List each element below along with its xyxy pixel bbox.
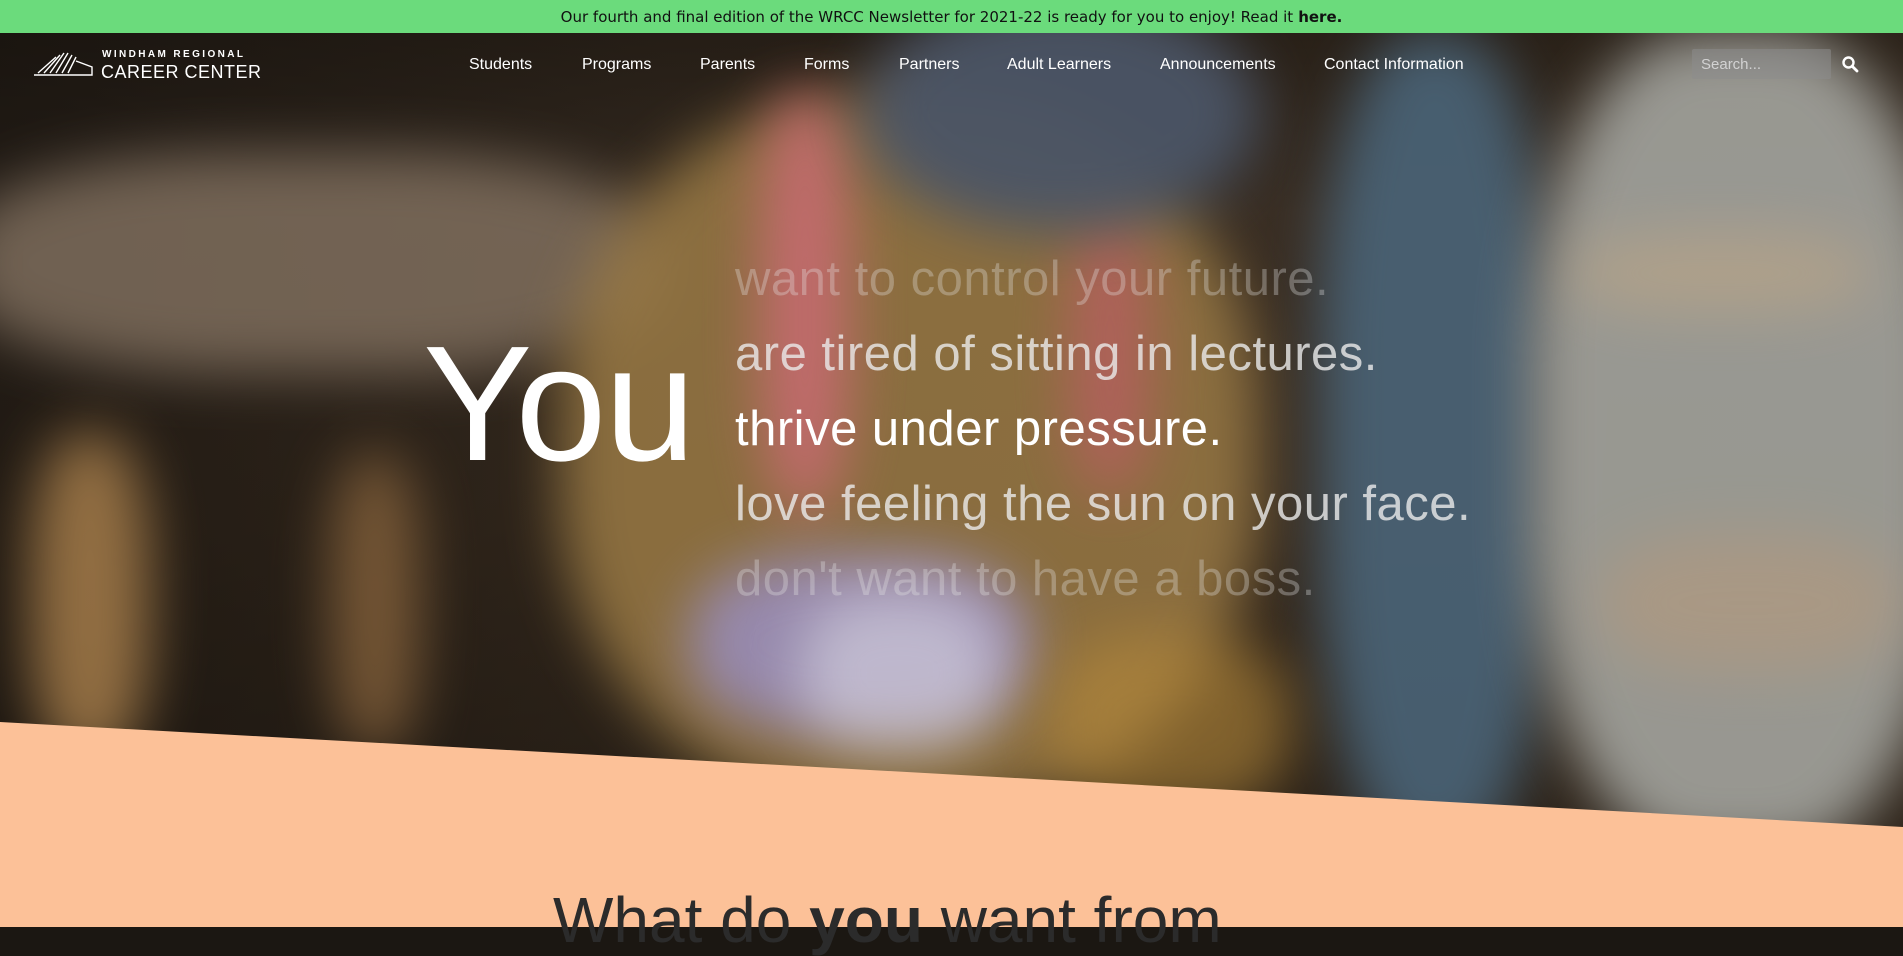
- announcement-text: Our fourth and final edition of the WRCC…: [560, 7, 1294, 26]
- hero-phrase: are tired of sitting in lectures.: [735, 327, 1378, 381]
- search-input[interactable]: [1692, 49, 1831, 79]
- site-logo[interactable]: WINDHAM REGIONAL CAREER CENTER: [32, 47, 261, 83]
- announcement-link[interactable]: here.: [1298, 8, 1342, 26]
- section-heading-post: want from: [940, 884, 1222, 956]
- logo-bottom-line: CAREER CENTER: [101, 62, 262, 82]
- nav-item-parents[interactable]: Parents: [700, 56, 755, 74]
- hero-phrase: don't want to have a boss.: [735, 552, 1316, 606]
- section-heading: What do you want from: [553, 888, 1222, 952]
- logo-top-line: WINDHAM REGIONAL: [102, 49, 246, 60]
- nav-item-forms[interactable]: Forms: [804, 56, 849, 74]
- hero-you-word: You: [423, 312, 696, 495]
- search-icon[interactable]: [1841, 55, 1859, 73]
- nav-item-adult-learners[interactable]: Adult Learners: [1007, 56, 1111, 74]
- logo-mark-icon: [34, 52, 93, 76]
- announcement-bar: Our fourth and final edition of the WRCC…: [0, 0, 1903, 33]
- nav-item-students[interactable]: Students: [469, 56, 532, 74]
- hero-phrase-active: thrive under pressure.: [735, 402, 1223, 456]
- section-heading-pre: What do: [553, 884, 792, 956]
- nav-item-programs[interactable]: Programs: [582, 56, 651, 74]
- nav-item-contact-information[interactable]: Contact Information: [1324, 56, 1464, 74]
- hero-phrase: love feeling the sun on your face.: [735, 477, 1472, 531]
- hero-phrase: want to control your future.: [735, 252, 1330, 306]
- site-header: WINDHAM REGIONAL CAREER CENTER Students …: [0, 33, 1903, 98]
- section-heading-bold: you: [809, 884, 923, 956]
- nav-item-partners[interactable]: Partners: [899, 56, 959, 74]
- nav-item-announcements[interactable]: Announcements: [1160, 56, 1276, 74]
